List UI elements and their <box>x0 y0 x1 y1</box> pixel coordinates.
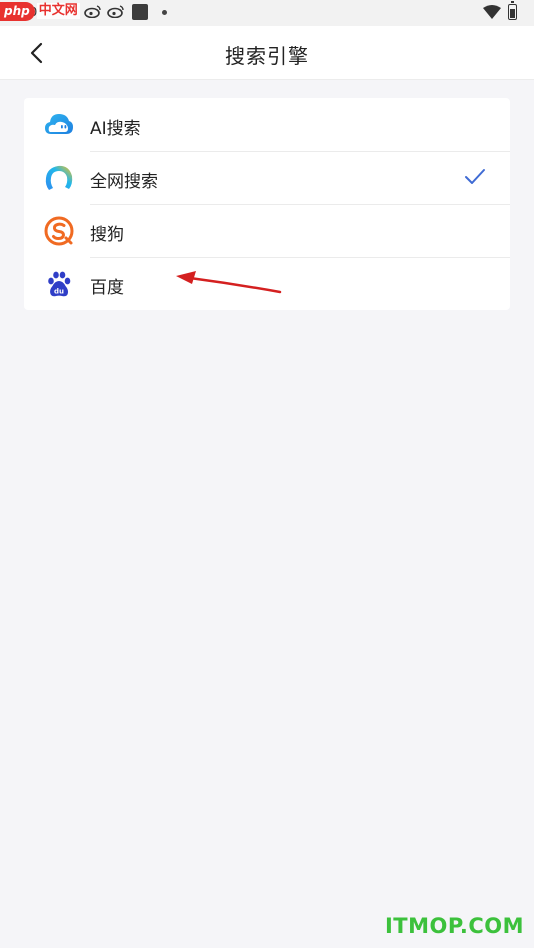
search-engine-list: AI搜索 全网搜索 搜狗 du 百度 <box>24 98 510 310</box>
watermark-php: php <box>0 1 35 21</box>
sogou-logo-icon <box>44 216 74 246</box>
engine-option-sogou[interactable]: 搜狗 <box>24 204 510 257</box>
engine-option-baidu[interactable]: du 百度 <box>24 257 510 310</box>
engine-option-web-search[interactable]: 全网搜索 <box>24 151 510 204</box>
weibo-icon <box>84 5 101 18</box>
engine-label: AI搜索 <box>90 119 141 139</box>
weibo-icon <box>107 5 124 18</box>
wifi-icon <box>483 5 501 19</box>
engine-label: 百度 <box>90 278 124 298</box>
status-bar: 30 php 中文网 <box>0 0 534 26</box>
more-notifications-dot-icon <box>162 10 167 15</box>
watermark-cn: 中文网 <box>36 3 80 19</box>
engine-option-ai-search[interactable]: AI搜索 <box>24 98 510 151</box>
ai-search-cloud-icon <box>45 114 73 134</box>
engine-label: 搜狗 <box>90 225 124 245</box>
battery-icon <box>508 1 517 20</box>
title-bar: 搜索引擎 <box>0 26 534 80</box>
page-title: 搜索引擎 <box>225 44 309 68</box>
site-watermark: ITMOP.COM <box>384 914 524 938</box>
web-search-ring-icon <box>45 165 73 190</box>
notification-app-icon <box>132 4 148 20</box>
engine-label: 全网搜索 <box>90 172 158 192</box>
selected-checkmark-icon <box>465 169 485 184</box>
svg-text:du: du <box>54 288 64 296</box>
site-watermark-logo: php 中文网 <box>0 0 80 22</box>
baidu-paw-icon: du <box>48 271 71 297</box>
